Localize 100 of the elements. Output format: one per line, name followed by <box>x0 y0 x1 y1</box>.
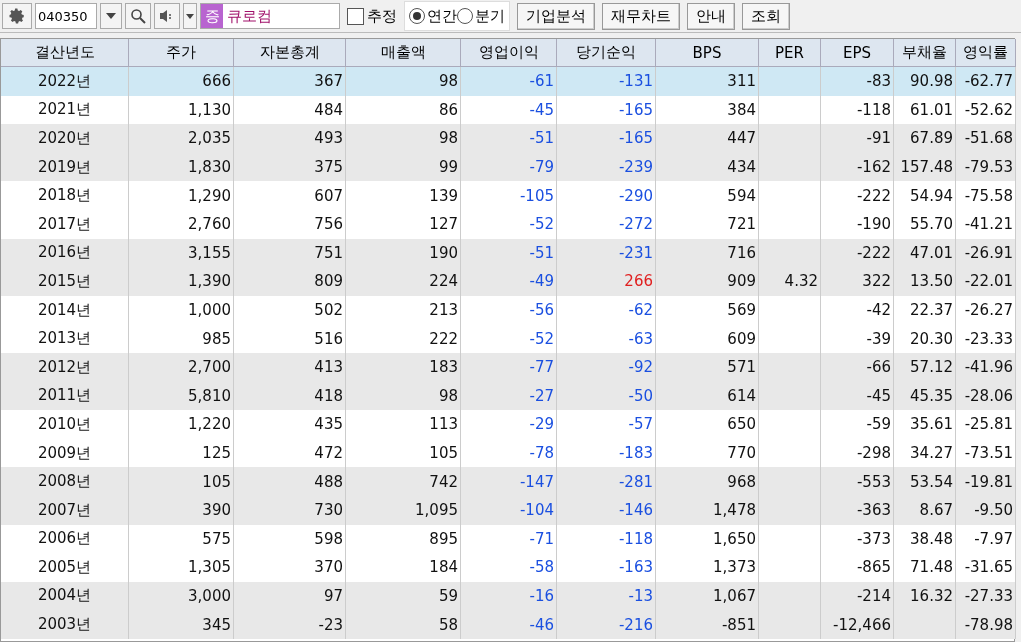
column-header[interactable]: 주가 <box>129 39 234 67</box>
table-cell: 57.12 <box>894 352 956 382</box>
table-cell: -222 <box>821 238 894 268</box>
table-cell: 2016년 <box>1 238 129 268</box>
toolbar-button[interactable]: 안내 <box>687 2 735 30</box>
table-cell: 224 <box>346 267 461 296</box>
company-name: 큐로컴 <box>227 6 272 26</box>
period-radio[interactable]: 연간 <box>409 6 457 26</box>
table-cell: 98 <box>346 67 461 96</box>
table-cell: -92 <box>557 352 656 382</box>
table-cell: 2007년 <box>1 495 129 525</box>
toolbar-button[interactable]: 조회 <box>742 2 790 30</box>
table-cell: -51 <box>461 124 557 153</box>
table-cell: -22.01 <box>956 267 1016 296</box>
column-header[interactable]: 매출액 <box>346 39 461 67</box>
table-cell: 3,155 <box>129 238 234 268</box>
column-header[interactable]: PER <box>759 39 821 67</box>
table-cell: 5,810 <box>129 381 234 411</box>
table-cell: -41.96 <box>956 352 1016 382</box>
speaker-button[interactable] <box>154 3 180 29</box>
toolbar-button[interactable]: 기업분석 <box>517 2 595 30</box>
table-cell: -62.77 <box>956 67 1016 96</box>
table-cell: 13.50 <box>894 267 956 296</box>
estimate-checkbox[interactable]: 추정 <box>347 6 397 26</box>
column-header[interactable]: 결산년도 <box>1 39 129 67</box>
table-cell: -165 <box>557 124 656 153</box>
table-cell: 666 <box>129 67 234 96</box>
table-cell: 614 <box>656 381 759 411</box>
table-cell: 2003년 <box>1 610 129 639</box>
table-cell: 47.01 <box>894 238 956 268</box>
table-cell: 1,067 <box>656 581 759 611</box>
column-header[interactable]: 영익률 <box>956 39 1016 67</box>
table-cell: 98 <box>346 124 461 153</box>
table-cell: 418 <box>234 381 346 411</box>
table-cell <box>759 581 821 611</box>
stock-code-field[interactable]: 040350 <box>35 3 97 29</box>
table-cell <box>759 467 821 496</box>
table-cell: 375 <box>234 152 346 182</box>
company-field[interactable]: 증 큐로컴 <box>200 3 340 29</box>
caret-icon <box>106 13 116 19</box>
table-cell: 742 <box>346 467 461 496</box>
table-cell: -28.06 <box>956 381 1016 411</box>
table-cell: 390 <box>129 495 234 525</box>
table-cell: 447 <box>656 124 759 153</box>
table-cell: 493 <box>234 124 346 153</box>
table-cell: -79 <box>461 152 557 182</box>
table-cell: 434 <box>656 152 759 182</box>
table-cell: 909 <box>656 267 759 296</box>
column-header[interactable]: 당기순익 <box>557 39 656 67</box>
table-cell: 1,390 <box>129 267 234 296</box>
table-cell: 488 <box>234 467 346 496</box>
code-dropdown-button[interactable] <box>100 3 122 29</box>
table-cell: 751 <box>234 238 346 268</box>
column-header[interactable]: 부채율 <box>894 39 956 67</box>
table-cell: -231 <box>557 238 656 268</box>
table-cell: 730 <box>234 495 346 525</box>
table-cell: -104 <box>461 495 557 525</box>
speaker-dropdown-button[interactable] <box>183 3 197 29</box>
table-cell: -79.53 <box>956 152 1016 182</box>
table-cell: 2012년 <box>1 352 129 382</box>
table-cell: 2,700 <box>129 352 234 382</box>
column-header[interactable]: BPS <box>656 39 759 67</box>
table-cell: 157.48 <box>894 152 956 182</box>
table-cell: 53.54 <box>894 467 956 496</box>
search-icon <box>130 8 146 24</box>
table-cell: 2019년 <box>1 152 129 182</box>
table-cell: 2008년 <box>1 467 129 496</box>
table-cell: 3,000 <box>129 581 234 611</box>
table-cell: 367 <box>234 67 346 96</box>
search-button[interactable] <box>125 3 151 29</box>
settings-button[interactable] <box>2 3 32 29</box>
table-cell: 16.32 <box>894 581 956 611</box>
column-header[interactable]: EPS <box>821 39 894 67</box>
table-cell: -553 <box>821 467 894 496</box>
table-cell <box>759 495 821 525</box>
table-cell: 105 <box>129 467 234 496</box>
table-cell: 97 <box>234 581 346 611</box>
table-cell: -16 <box>461 581 557 611</box>
gear-icon <box>8 7 26 25</box>
column-header[interactable]: 자본총계 <box>234 39 346 67</box>
table-cell: -19.81 <box>956 467 1016 496</box>
table-cell: 98 <box>346 381 461 411</box>
table-cell: -49 <box>461 267 557 296</box>
period-radio[interactable]: 분기 <box>457 6 505 26</box>
table-cell <box>759 67 821 96</box>
table-cell: -23 <box>234 610 346 639</box>
table-cell: 1,095 <box>346 495 461 525</box>
table-cell: 311 <box>656 67 759 96</box>
column-header[interactable]: 영업이익 <box>461 39 557 67</box>
table-cell: 2015년 <box>1 267 129 296</box>
table-cell: 183 <box>346 352 461 382</box>
table-cell: 2004년 <box>1 581 129 611</box>
caret-icon <box>186 13 194 19</box>
table-cell <box>759 238 821 268</box>
table-cell: -45 <box>821 381 894 411</box>
table-cell <box>759 610 821 639</box>
table-cell: 4.32 <box>759 267 821 296</box>
toolbar-button[interactable]: 재무차트 <box>602 2 680 30</box>
table-cell: -78.98 <box>956 610 1016 639</box>
table-cell: 2022년 <box>1 67 129 96</box>
